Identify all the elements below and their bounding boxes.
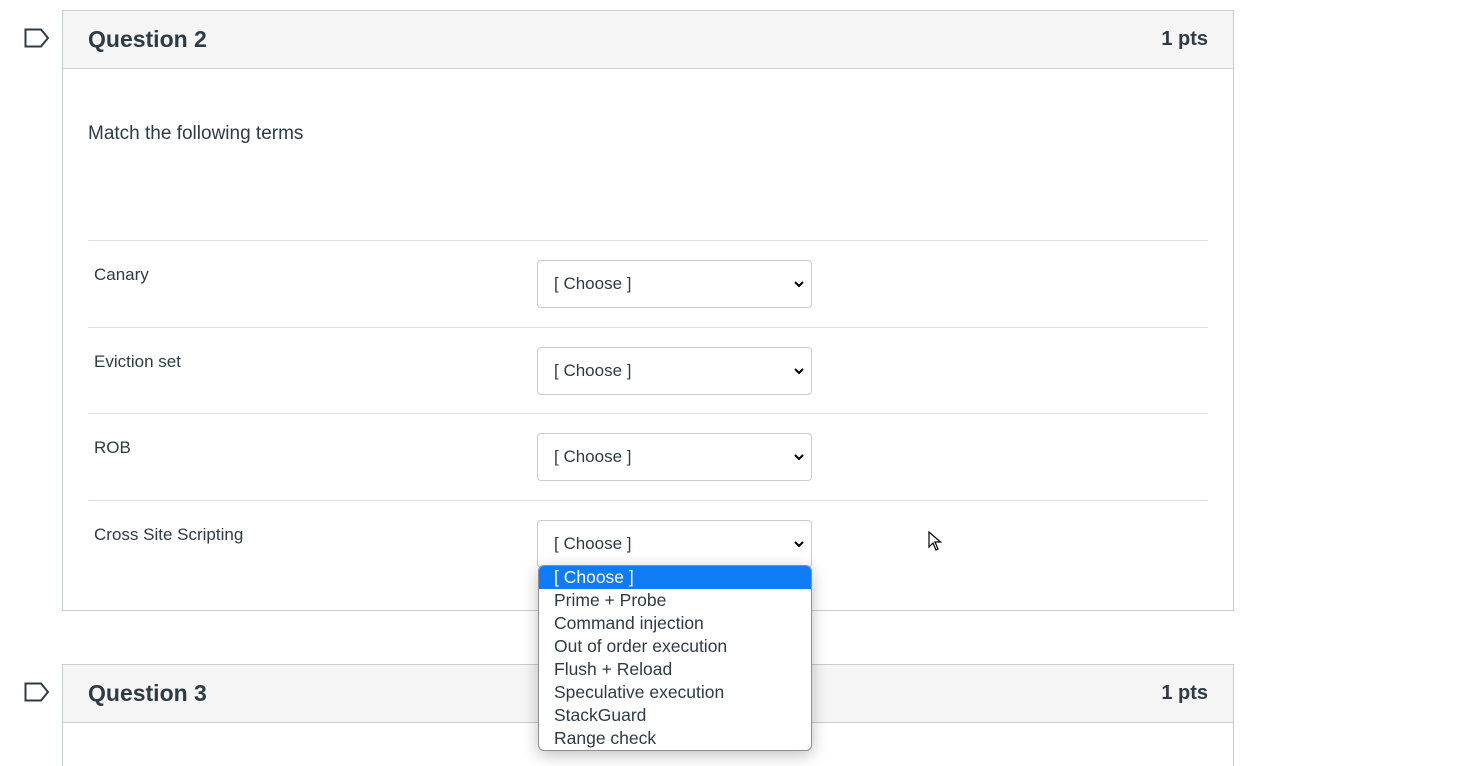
chevron-down-icon xyxy=(794,540,804,547)
chevron-down-icon xyxy=(794,454,804,461)
dropdown-option[interactable]: Range check xyxy=(539,727,811,750)
match-select-canary[interactable]: [ Choose ] xyxy=(537,260,812,308)
match-term: Eviction set xyxy=(94,351,181,371)
match-select-rob[interactable]: [ Choose ] xyxy=(537,433,812,481)
dropdown-option[interactable]: [ Choose ] xyxy=(539,566,811,589)
select-value: [ Choose ] xyxy=(554,274,632,293)
match-term: Canary xyxy=(94,265,149,284)
match-row: ROB [ Choose ] xyxy=(88,413,1208,500)
question-2-card: Question 2 1 pts Match the following ter… xyxy=(62,10,1234,611)
match-term: ROB xyxy=(94,438,131,457)
select-dropdown-list: [ Choose ] Prime + Probe Command injecti… xyxy=(538,565,812,751)
question-points: 1 pts xyxy=(1161,28,1208,50)
match-row: Eviction set [ Choose ] xyxy=(88,326,1208,414)
dropdown-option[interactable]: Speculative execution xyxy=(539,681,811,704)
matching-table: Canary [ Choose ] Eviction set [ Choose … xyxy=(88,240,1208,586)
match-term: Cross Site Scripting xyxy=(94,524,244,544)
select-value: [ Choose ] xyxy=(554,360,632,380)
question-points: 1 pts xyxy=(1161,682,1208,704)
question-header: Question 2 1 pts xyxy=(63,11,1233,69)
chevron-down-icon xyxy=(794,367,804,374)
dropdown-option[interactable]: StackGuard xyxy=(539,704,811,727)
dropdown-option[interactable]: Command injection xyxy=(539,612,811,635)
flag-question-2-icon[interactable] xyxy=(24,28,50,48)
dropdown-option[interactable]: Prime + Probe xyxy=(539,589,811,612)
question-title: Question 3 xyxy=(88,680,207,706)
dropdown-option[interactable]: Flush + Reload xyxy=(539,658,811,681)
chevron-down-icon xyxy=(794,281,804,288)
match-row: Canary [ Choose ] xyxy=(88,240,1208,327)
question-prompt: Match the following terms xyxy=(88,123,304,144)
match-select-eviction-set[interactable]: [ Choose ] xyxy=(537,346,812,395)
dropdown-option[interactable]: Out of order execution xyxy=(539,635,811,658)
select-value: [ Choose ] xyxy=(554,533,632,553)
flag-question-3-icon[interactable] xyxy=(24,682,50,702)
match-select-cross-site-scripting[interactable]: [ Choose ] xyxy=(537,519,812,568)
mouse-cursor-icon xyxy=(928,531,942,551)
select-value: [ Choose ] xyxy=(554,447,632,466)
question-title: Question 2 xyxy=(88,26,207,52)
